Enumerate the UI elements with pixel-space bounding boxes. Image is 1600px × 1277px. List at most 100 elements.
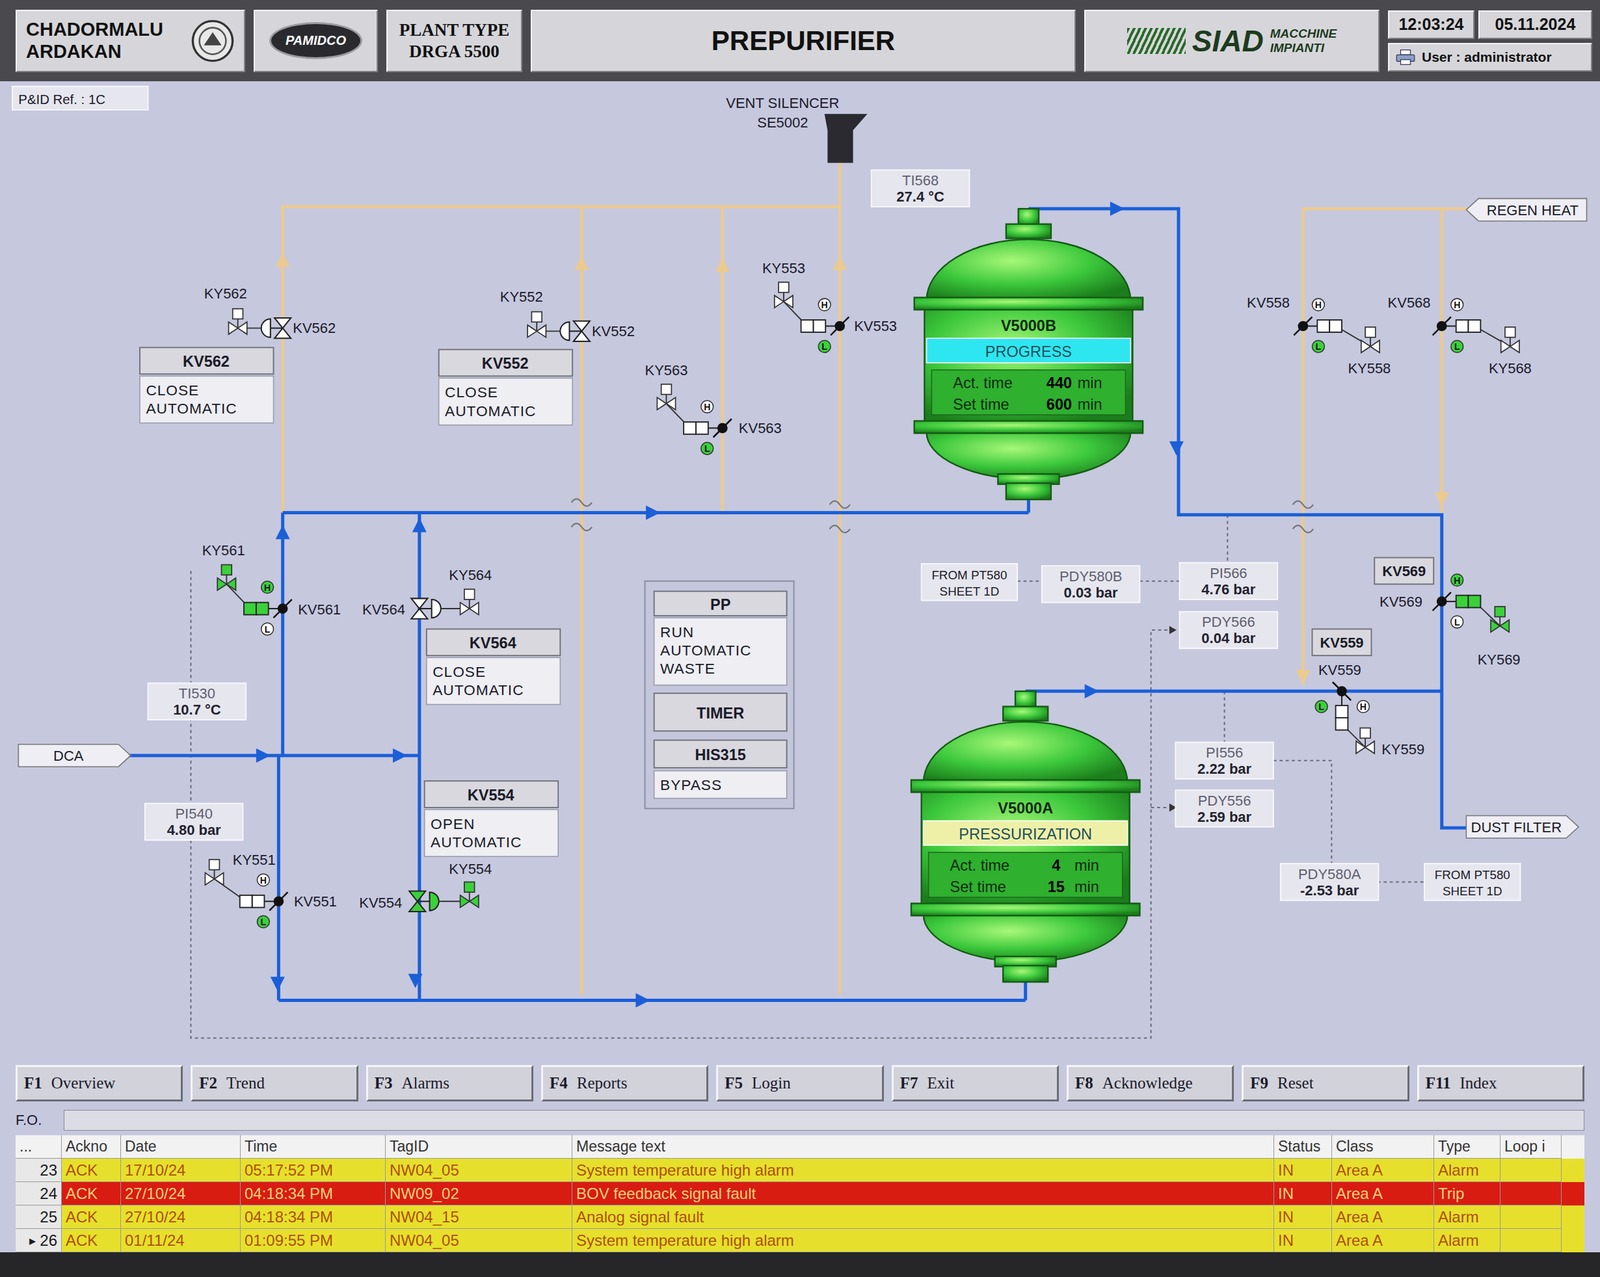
gate-valve-icon[interactable]	[274, 318, 291, 329]
valve[interactable]: KV562KY562	[204, 285, 336, 339]
solenoid-valve-icon[interactable]	[1501, 340, 1511, 353]
solenoid-valve-icon[interactable]	[666, 397, 676, 410]
function-key[interactable]: F11 Index	[1417, 1065, 1585, 1102]
pipe-tag[interactable]: DUST FILTER	[1466, 816, 1579, 840]
instrument-box[interactable]: PDY5562.59 bar	[1175, 790, 1274, 827]
butterfly-valve-icon[interactable]	[1336, 686, 1347, 697]
valve[interactable]: KV552KY552	[500, 288, 635, 342]
instrument-box[interactable]: PDY5660.04 bar	[1179, 612, 1279, 649]
function-key[interactable]: F3 Alarms	[366, 1065, 534, 1102]
function-key[interactable]: F8 Acknowledge	[1066, 1065, 1234, 1102]
instrument-box[interactable]: TI53010.7 °C	[148, 683, 247, 720]
solenoid-valve-icon[interactable]	[774, 295, 784, 308]
valve[interactable]: HLKV563KY563	[645, 362, 782, 455]
solenoid-valve-icon[interactable]	[1490, 619, 1500, 633]
instrument-box[interactable]: PI5664.76 bar	[1179, 562, 1279, 600]
solenoid-valve-icon[interactable]	[469, 895, 479, 908]
solenoid-valve-icon[interactable]	[783, 295, 793, 308]
valve[interactable]: HLKV558KY558	[1246, 294, 1391, 376]
valve[interactable]: HLKV559KY559	[1315, 662, 1425, 758]
alarm-row[interactable]: 23 ACK17/10/2405:17:52 PMNW04_05System t…	[15, 1159, 1585, 1183]
alarm-row[interactable]: ▸ 26 ACK01/11/2401:09:55 PMNW04_05System…	[15, 1229, 1585, 1253]
solenoid-valve-icon[interactable]	[469, 602, 479, 616]
function-key[interactable]: F7 Exit	[891, 1065, 1059, 1102]
solenoid-valve-icon[interactable]	[1365, 741, 1375, 754]
solenoid-valve-icon[interactable]	[536, 325, 546, 338]
valve-status-panel[interactable]: KV554OPENAUTOMATIC	[424, 781, 559, 857]
solenoid-valve-icon[interactable]	[656, 397, 667, 410]
butterfly-valve-icon[interactable]	[273, 896, 285, 907]
butterfly-valve-icon[interactable]	[717, 423, 728, 434]
solenoid-valve-icon[interactable]	[228, 321, 239, 335]
solenoid-valve-icon[interactable]	[1361, 340, 1371, 353]
valve[interactable]: HLKV561KY561	[202, 542, 341, 635]
butterfly-valve-icon[interactable]	[277, 603, 289, 614]
column-header[interactable]: TagID	[385, 1135, 573, 1160]
solenoid-valve-icon[interactable]	[204, 872, 214, 886]
printer-icon[interactable]	[1395, 48, 1416, 66]
gate-valve-icon[interactable]	[409, 891, 426, 903]
sequence-section[interactable]: HIS315	[654, 740, 787, 768]
solenoid-valve-icon[interactable]	[1499, 619, 1509, 633]
column-header[interactable]: Status	[1274, 1135, 1333, 1160]
column-header[interactable]: Date	[120, 1135, 241, 1160]
column-header[interactable]: Loop i	[1500, 1135, 1562, 1160]
function-key[interactable]: F1 Overview	[15, 1065, 183, 1102]
sequence-section[interactable]: PP	[654, 591, 787, 616]
gate-valve-icon[interactable]	[274, 328, 291, 339]
instrument-box[interactable]: PDY580B0.03 bar	[1041, 565, 1141, 603]
solenoid-valve-icon[interactable]	[214, 872, 224, 886]
function-key[interactable]: F2 Trend	[190, 1065, 358, 1102]
valve[interactable]: HLKV568KY568	[1387, 294, 1532, 376]
adsorber-vessel[interactable]: V5000BPROGRESSAct. time440minSet time600…	[914, 208, 1143, 500]
sequence-section[interactable]: RUNAUTOMATICWASTE	[654, 617, 787, 686]
solenoid-valve-icon[interactable]	[226, 578, 236, 591]
solenoid-valve-icon[interactable]	[460, 895, 470, 908]
gate-valve-icon[interactable]	[573, 321, 590, 332]
instrument-box[interactable]: TI56827.4 °C	[871, 169, 970, 207]
gate-valve-icon[interactable]	[411, 608, 428, 620]
valve[interactable]: KV554KY554	[359, 861, 492, 912]
column-header[interactable]: Message text	[572, 1135, 1275, 1160]
butterfly-valve-icon[interactable]	[1436, 596, 1448, 607]
solenoid-valve-icon[interactable]	[527, 325, 537, 338]
solenoid-valve-icon[interactable]	[1356, 741, 1366, 754]
solenoid-valve-icon[interactable]	[1510, 340, 1520, 353]
valve-tag-box[interactable]: KV559	[1312, 628, 1372, 656]
gate-valve-icon[interactable]	[411, 598, 428, 609]
solenoid-valve-icon[interactable]	[217, 578, 227, 591]
sequence-section[interactable]: TIMER	[654, 693, 787, 732]
instrument-box[interactable]: PDY580A-2.53 bar	[1280, 863, 1379, 901]
solenoid-valve-icon[interactable]	[238, 321, 248, 335]
gate-valve-icon[interactable]	[409, 901, 426, 912]
operator-message-field[interactable]	[63, 1110, 1585, 1132]
gate-valve-icon[interactable]	[573, 331, 590, 342]
valve-tag-box[interactable]: KV569	[1374, 558, 1434, 585]
function-key[interactable]: F9 Reset	[1241, 1065, 1409, 1102]
valve[interactable]: HLKV569KY569	[1379, 574, 1521, 669]
column-header[interactable]: Time	[240, 1135, 386, 1160]
pipe-tag[interactable]: REGEN HEAT	[1466, 198, 1587, 222]
valve[interactable]: HLKV553KY553	[762, 260, 897, 353]
pipe-tag[interactable]: DCA	[18, 744, 131, 768]
alarm-row[interactable]: 25 ACK27/10/2404:18:34 PMNW04_15Analog s…	[15, 1205, 1585, 1230]
adsorber-vessel[interactable]: V5000APRESSURIZATIONAct. time4minSet tim…	[911, 691, 1140, 983]
butterfly-valve-icon[interactable]	[1298, 321, 1309, 332]
sequence-section[interactable]: BYPASS	[654, 770, 787, 799]
column-header[interactable]: Class	[1332, 1135, 1435, 1160]
column-header[interactable]: ...	[15, 1135, 62, 1160]
alarm-row[interactable]: 24 ACK27/10/2404:18:34 PMNW09_02BOV feed…	[15, 1182, 1585, 1206]
instrument-box[interactable]: PI5404.80 bar	[145, 803, 244, 841]
column-header[interactable]: Type	[1434, 1135, 1501, 1160]
valve-status-panel[interactable]: KV552CLOSEAUTOMATIC	[439, 349, 574, 426]
valve[interactable]: KV564KY564	[362, 567, 492, 620]
solenoid-valve-icon[interactable]	[1370, 340, 1380, 353]
solenoid-valve-icon[interactable]	[460, 602, 470, 616]
function-key[interactable]: F4 Reports	[541, 1065, 709, 1102]
valve-status-panel[interactable]: KV562CLOSEAUTOMATIC	[139, 347, 274, 423]
instrument-box[interactable]: PI5562.22 bar	[1175, 742, 1274, 780]
butterfly-valve-icon[interactable]	[1436, 321, 1448, 332]
valve[interactable]: HLKV551KY551	[204, 852, 337, 929]
function-key[interactable]: F5 Login	[716, 1065, 884, 1102]
butterfly-valve-icon[interactable]	[834, 321, 845, 332]
